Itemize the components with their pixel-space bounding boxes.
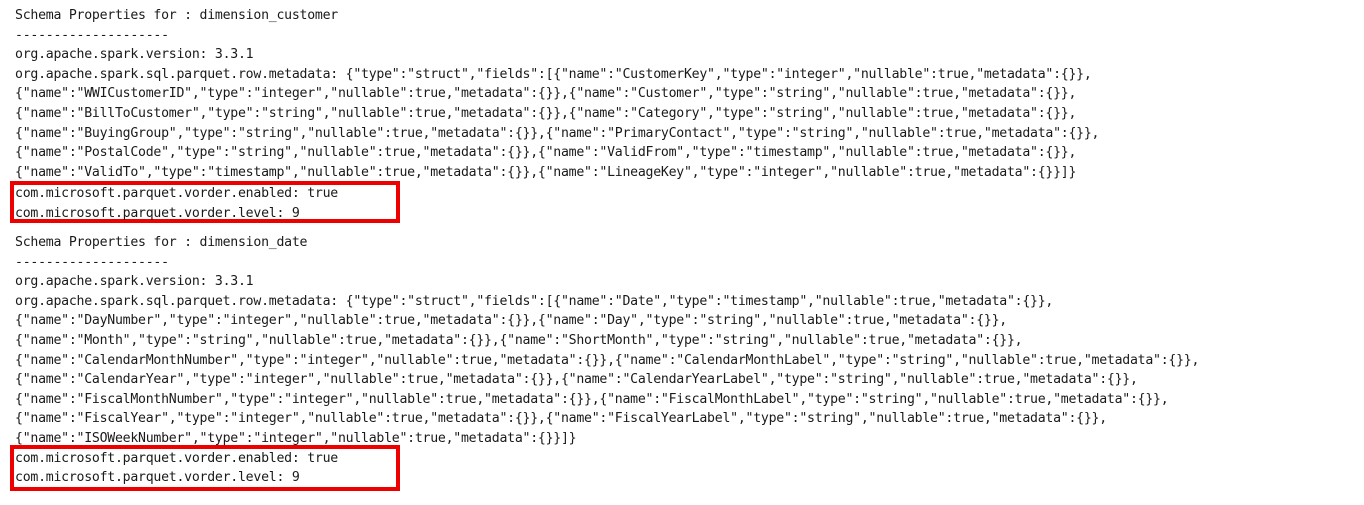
section-header-dimension-customer: Schema Properties for : dimension_custom… [15, 8, 338, 23]
section-divider-dimension-customer: -------------------- [15, 27, 169, 43]
schema-metadata-line: {"name":"BuyingGroup","type":"string","n… [15, 125, 1100, 141]
vorder-enabled-line-date: com.microsoft.parquet.vorder.enabled: tr… [15, 450, 338, 466]
vorder-level-line-customer: com.microsoft.parquet.vorder.level: 9 [15, 205, 300, 221]
schema-metadata-line: {"name":"WWICustomerID","type":"integer"… [15, 86, 1077, 102]
schema-metadata-line: {"name":"ISOWeekNumber","type":"integer"… [15, 431, 577, 446]
schema-metadata-line: {"name":"CalendarMonthNumber","type":"in… [15, 352, 1200, 368]
schema-metadata-line: org.apache.spark.sql.parquet.row.metadat… [15, 66, 1092, 82]
schema-metadata-line: org.apache.spark.sql.parquet.row.metadat… [15, 293, 1054, 309]
schema-metadata-line: {"name":"CalendarYear","type":"integer",… [15, 372, 1138, 388]
schema-metadata-line: {"name":"FiscalYear","type":"integer","n… [15, 411, 1107, 427]
schema-metadata-line: {"name":"PostalCode","type":"string","nu… [15, 145, 1077, 161]
vorder-enabled-line-customer: com.microsoft.parquet.vorder.enabled: tr… [15, 186, 338, 201]
schema-metadata-line: {"name":"Month","type":"string","nullabl… [15, 333, 1023, 348]
schema-metadata-line: {"name":"ValidTo","type":"timestamp","nu… [15, 164, 1077, 180]
vorder-level-line-date: com.microsoft.parquet.vorder.level: 9 [15, 470, 300, 486]
console-output-pane: Schema Properties for : dimension_custom… [0, 0, 1364, 505]
spark-version-line-customer: org.apache.spark.version: 3.3.1 [15, 47, 254, 63]
schema-metadata-line: {"name":"DayNumber","type":"integer","nu… [15, 313, 1007, 329]
section-header-dimension-date: Schema Properties for : dimension_date [15, 235, 308, 250]
schema-metadata-line: {"name":"BillToCustomer","type":"string"… [15, 106, 1077, 121]
spark-version-line-date: org.apache.spark.version: 3.3.1 [15, 274, 254, 290]
section-divider-dimension-date: -------------------- [15, 254, 169, 270]
schema-metadata-line: {"name":"FiscalMonthNumber","type":"inte… [15, 391, 1169, 407]
